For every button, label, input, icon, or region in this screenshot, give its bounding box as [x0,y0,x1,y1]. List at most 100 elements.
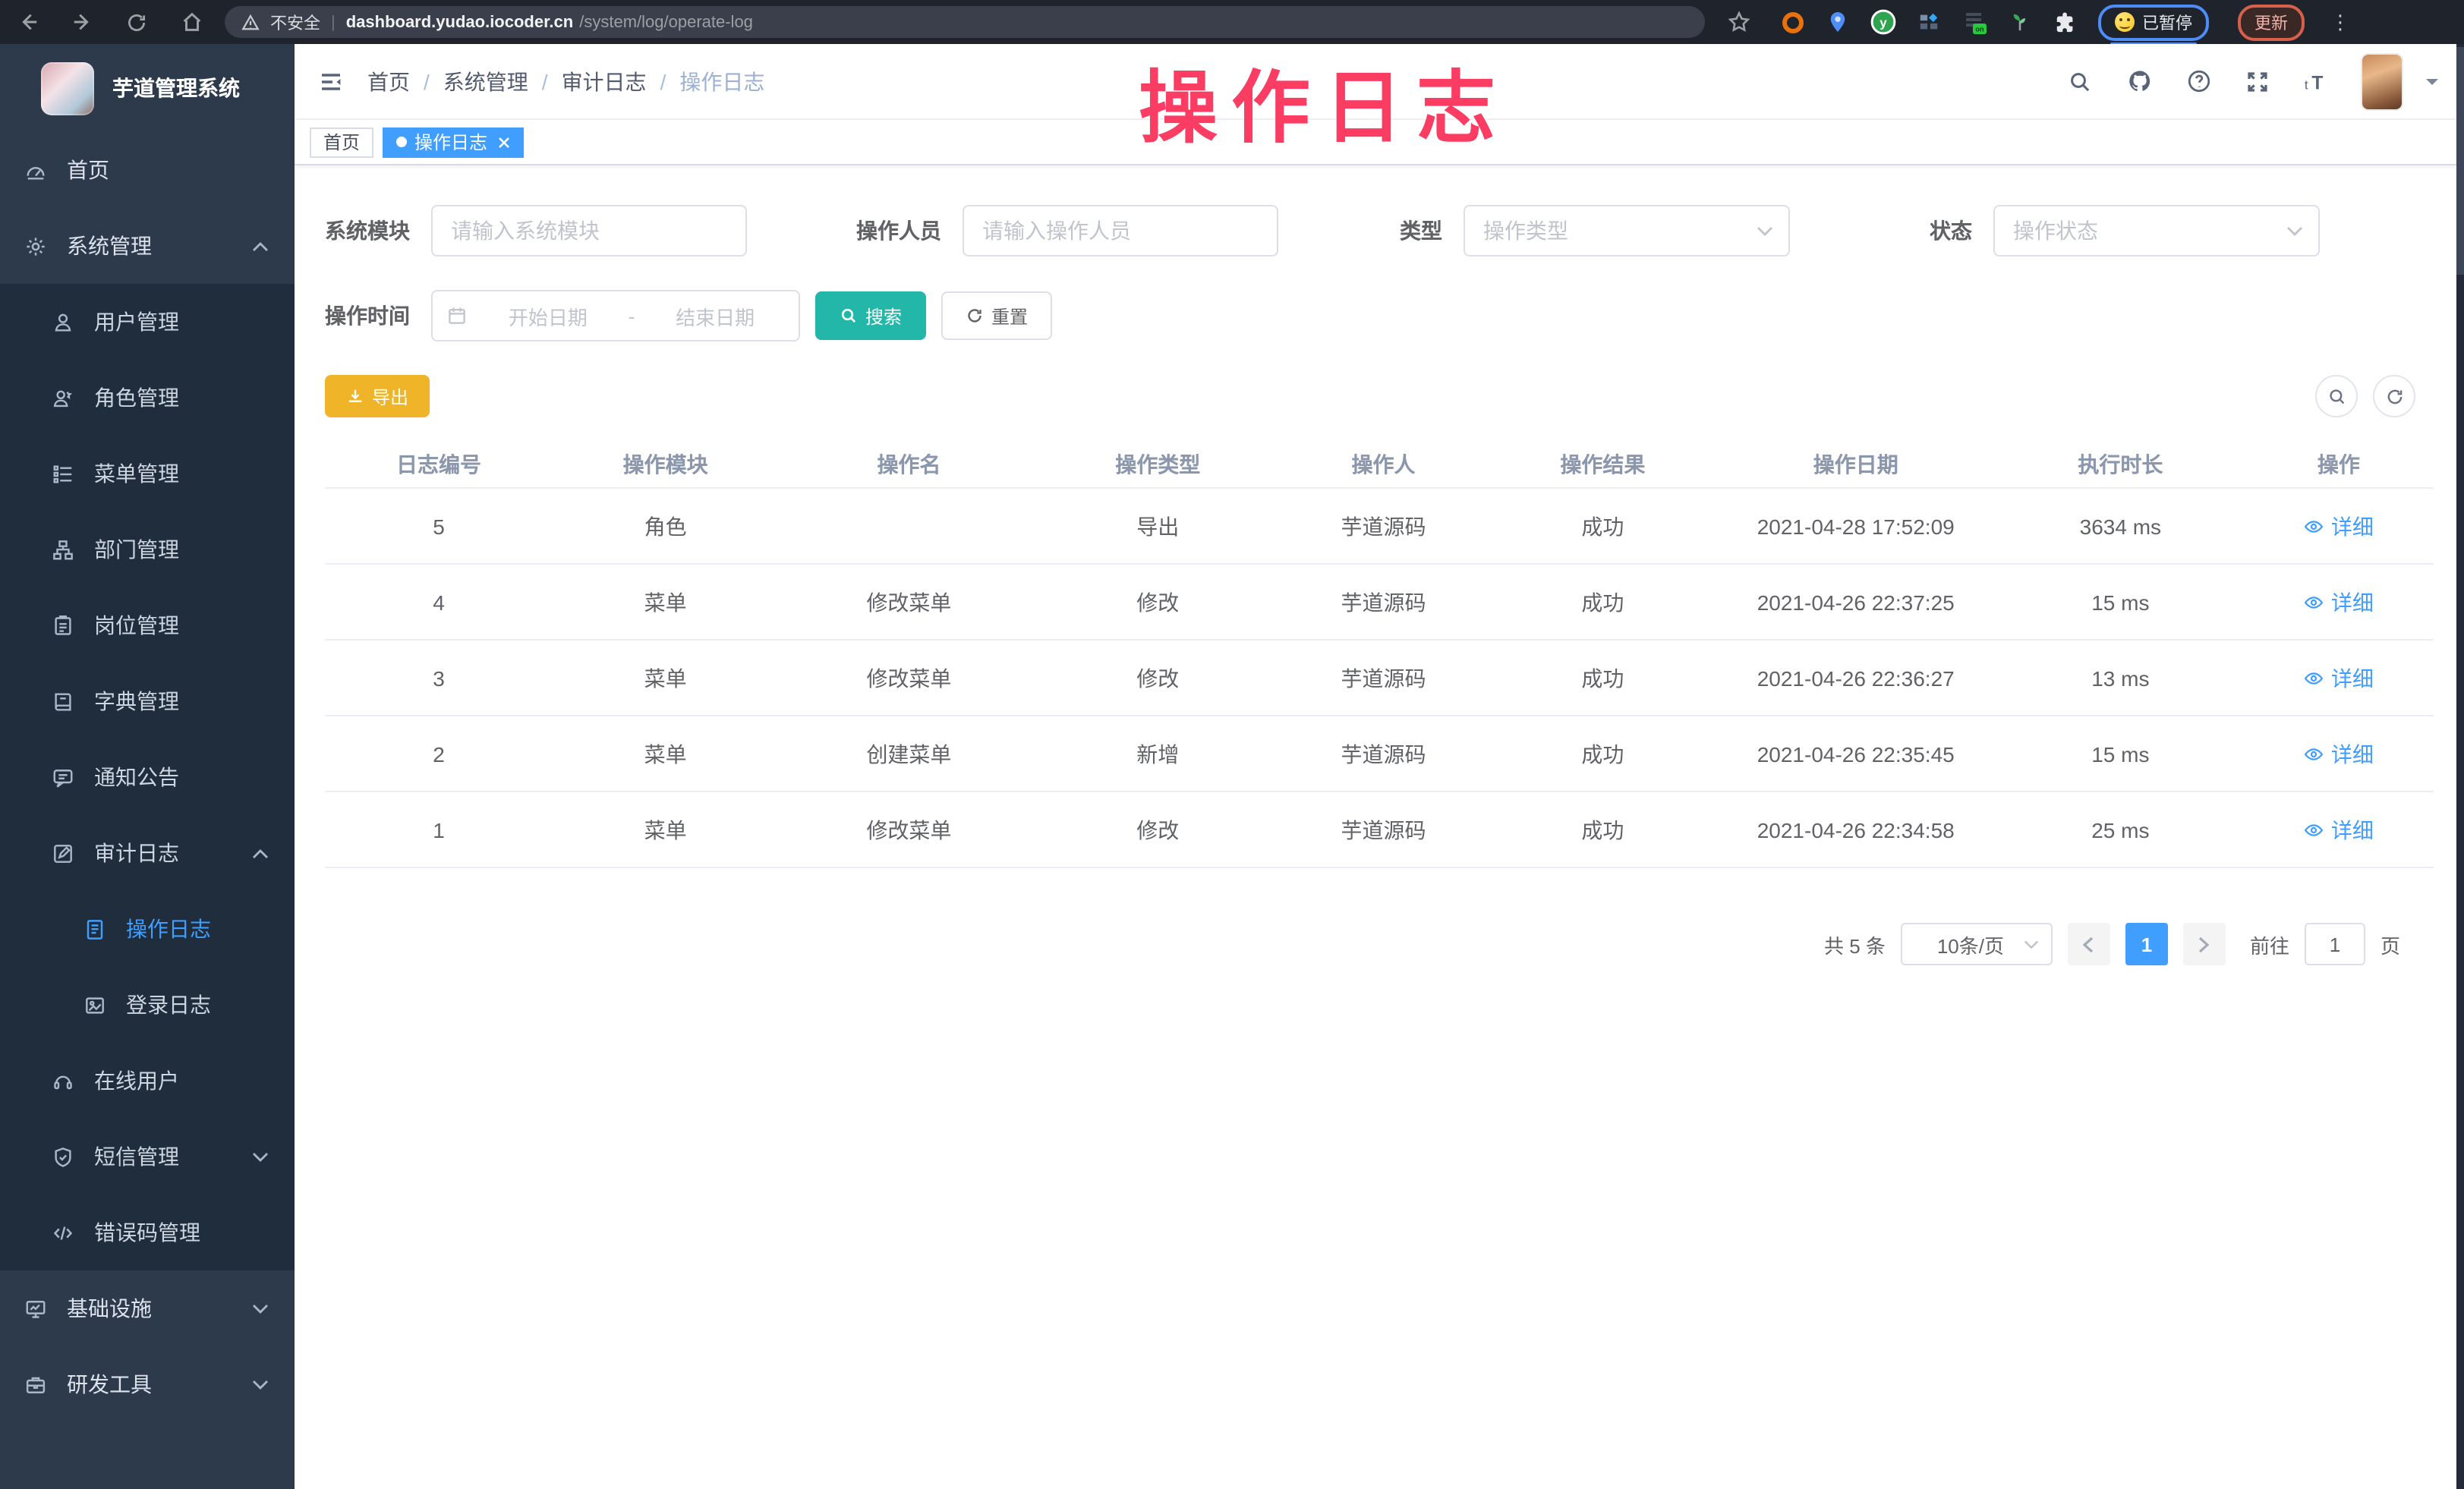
search-button[interactable]: 搜索 [815,291,926,340]
image-icon [82,993,106,1017]
search-icon[interactable] [2066,68,2094,95]
page-size-value: 10条/页 [1917,930,2024,959]
extension-orange-ring-icon[interactable] [1779,9,1805,35]
end-date-placeholder: 结束日期 [645,301,785,330]
extension-pin-icon[interactable] [1825,9,1851,35]
sidebar-item-14[interactable]: 错误码管理 [0,1195,295,1270]
back-icon[interactable] [15,10,39,34]
detail-link[interactable]: 详细 [2304,814,2374,845]
audit-icon [50,841,74,865]
table-row-3: 2菜单创建菜单新增芋道源码成功2021-04-26 22:35:4515 ms详… [325,716,2434,792]
operator-input[interactable] [963,205,1278,257]
avatar-caret-icon[interactable] [2425,75,2440,87]
table-cell: 修改 [1040,587,1276,617]
extension-on-badge-icon[interactable]: on [1961,9,1987,35]
eye-icon [2304,591,2325,612]
not-secure-warning-icon [241,13,260,31]
browser-update-button[interactable]: 更新 [2238,4,2305,40]
goto-page-input[interactable] [2305,923,2365,965]
sidebar-item-0[interactable]: 首页 [0,132,295,208]
table-cell: 13 ms [1997,666,2244,690]
prev-page-button[interactable] [2068,923,2110,965]
sidebar-item-16[interactable]: 研发工具 [0,1346,295,1422]
sidebar-item-13[interactable]: 短信管理 [0,1119,295,1195]
chevron-down-icon [2286,225,2303,236]
scrollbar-thumb[interactable] [2456,47,2464,275]
sidebar-item-label: 部门管理 [94,534,179,565]
fullscreen-icon[interactable] [2244,68,2271,95]
sidebar-item-8[interactable]: 通知公告 [0,739,295,815]
detail-link[interactable]: 详细 [2304,738,2374,769]
status-select[interactable]: 操作状态 [1993,205,2320,257]
sidebar-logo-row[interactable]: 芋道管理系统 [0,44,295,132]
sidebar-item-2[interactable]: 用户管理 [0,284,295,360]
forward-icon[interactable] [70,10,94,34]
font-size-icon[interactable]: tT [2303,68,2330,95]
sidebar-item-12[interactable]: 在线用户 [0,1043,295,1119]
bookmark-star-icon[interactable] [1726,9,1752,35]
tag-close-icon[interactable] [498,136,510,148]
sidebar-item-6[interactable]: 岗位管理 [0,587,295,663]
extension-blocks-icon[interactable] [1916,9,1942,35]
breadcrumb-item-2[interactable]: 审计日志 [562,66,647,96]
breadcrumb-item-1[interactable]: 系统管理 [443,66,528,96]
sidebar-item-label: 通知公告 [94,762,179,792]
table-cell: 菜单 [553,738,778,769]
user-avatar[interactable] [2362,54,2402,109]
user-icon [50,310,74,334]
help-icon[interactable] [2185,68,2212,95]
table-cell: 2 [325,741,553,766]
sidebar-item-9[interactable]: 审计日志 [0,815,295,891]
reset-button[interactable]: 重置 [941,291,1052,340]
browser-menu-icon[interactable]: ⋮ [2330,10,2352,34]
sidebar-item-11[interactable]: 登录日志 [0,967,295,1043]
app-logo-image [41,61,94,115]
github-icon[interactable] [2125,68,2153,95]
update-label: 更新 [2254,10,2288,34]
show-search-icon-button[interactable] [2315,375,2358,417]
extension-sprout-icon[interactable] [2007,9,2033,35]
refresh-table-icon-button[interactable] [2373,375,2415,417]
hamburger-icon[interactable] [319,69,343,93]
sidebar-item-4[interactable]: 菜单管理 [0,436,295,512]
refresh-icon[interactable] [124,10,149,34]
extension-green-circle-icon[interactable]: y [1870,9,1896,35]
table-header-cell-5: 操作结果 [1491,449,1714,480]
type-select[interactable]: 操作类型 [1464,205,1790,257]
table-cell: 15 ms [1997,741,2244,766]
page-size-select[interactable]: 10条/页 [1901,923,2053,965]
status-select-placeholder: 操作状态 [2013,216,2286,246]
sidebar-item-5[interactable]: 部门管理 [0,512,295,587]
table-cell: 3 [325,666,553,690]
export-button[interactable]: 导出 [325,375,430,417]
url-path: /system/log/operate-log [579,13,753,31]
tag-0[interactable]: 首页 [310,127,373,157]
tag-1[interactable]: 操作日志 [383,127,524,157]
sidebar-item-10[interactable]: 操作日志 [0,891,295,967]
sidebar-item-1[interactable]: 系统管理 [0,208,295,284]
detail-link[interactable]: 详细 [2304,663,2374,693]
detail-link[interactable]: 详细 [2304,511,2374,541]
home-icon[interactable] [179,10,203,34]
not-secure-label: 不安全 [270,10,320,34]
breadcrumb-item-0[interactable]: 首页 [367,66,410,96]
tags-view-bar: 首页操作日志 [295,120,2464,165]
dict-icon [50,689,74,713]
module-input[interactable] [431,205,747,257]
table-cell: 创建菜单 [778,738,1039,769]
sidebar-item-15[interactable]: 基础设施 [0,1270,295,1346]
sidebar-item-3[interactable]: 角色管理 [0,360,295,436]
detail-link[interactable]: 详细 [2304,587,2374,617]
extensions-puzzle-icon[interactable] [2053,9,2078,35]
profile-paused-pill[interactable]: 已暂停 [2098,4,2209,40]
page-number-button[interactable]: 1 [2125,923,2168,965]
next-page-button[interactable] [2183,923,2226,965]
page-scrollbar[interactable] [2456,44,2464,1489]
svg-text:y: y [1880,15,1887,30]
sidebar-item-7[interactable]: 字典管理 [0,663,295,739]
chevron-down-icon [252,1303,269,1314]
date-range-picker[interactable]: 开始日期 - 结束日期 [431,290,800,342]
address-bar[interactable]: 不安全 | dashboard.yudao.iocoder.cn/system/… [225,6,1705,38]
eye-icon [2304,743,2325,764]
table-cell: 芋道源码 [1276,511,1491,541]
